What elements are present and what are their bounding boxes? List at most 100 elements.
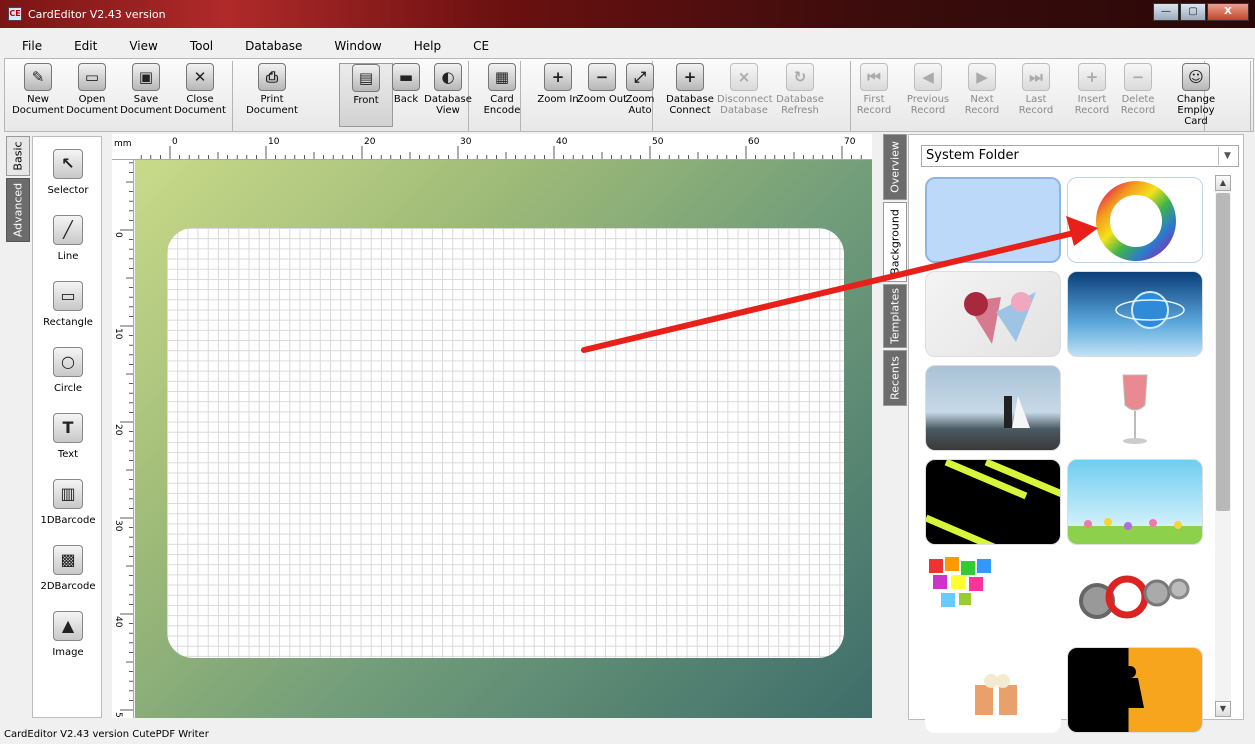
database-refresh-button[interactable]: ↻ Database Refresh (773, 63, 827, 127)
tool-2dbarcode[interactable]: ▩ 2DBarcode (33, 545, 103, 592)
database-connect-button[interactable]: + Database Connect (663, 63, 717, 127)
barcode-1d-icon: ▥ (53, 479, 83, 509)
menu-tool[interactable]: Tool (190, 39, 213, 53)
tool-selector[interactable]: ↖ Selector (33, 149, 103, 196)
toolbar-button-label: Close Document (174, 94, 226, 116)
thumb-gift-box[interactable] (925, 647, 1061, 733)
database-view-button[interactable]: ◐ Database View (421, 63, 475, 127)
card-encode-icon: ▦ (488, 63, 516, 91)
thumb-black-yellow-stripes[interactable] (925, 459, 1061, 545)
delete-record-button[interactable]: − Delete Record (1111, 63, 1165, 127)
thumb-colorful-squares[interactable] (925, 553, 1061, 639)
open-document-icon: ▭ (78, 63, 106, 91)
open-document-button[interactable]: ▭ Open Document (65, 63, 119, 127)
thumb-blank-light-blue[interactable] (925, 177, 1061, 263)
toolbar-button-label: Database View (424, 94, 472, 116)
scroll-up-icon[interactable]: ▲ (1215, 175, 1231, 191)
design-canvas[interactable] (135, 160, 872, 718)
ruler-top-scale: mm01020304050607080 (114, 137, 862, 159)
tool-label: Circle (53, 383, 83, 394)
print-document-button[interactable]: ⎙ Print Document (245, 63, 299, 127)
menu-ce[interactable]: CE (473, 39, 489, 53)
tool-text[interactable]: T Text (33, 413, 103, 460)
menu-bar: File Edit View Tool Database Window Help CE (0, 34, 1255, 58)
new-document-button[interactable]: ✎ New Document (11, 63, 65, 127)
previous-record-button[interactable]: ◀ Previous Record (901, 63, 955, 127)
status-bar: CardEditor V2.43 version CutePDF Writer (4, 729, 209, 740)
thumb-flower-meadow[interactable] (1067, 459, 1203, 545)
menu-window[interactable]: Window (334, 39, 381, 53)
tool-rectangle[interactable]: ▭ Rectangle (33, 281, 103, 328)
tool-image[interactable]: ▲ Image (33, 611, 103, 658)
tool-label: Selector (47, 185, 89, 196)
menu-database[interactable]: Database (245, 39, 302, 53)
chevron-down-icon[interactable]: ▼ (1218, 147, 1236, 165)
database-view-icon: ◐ (434, 63, 462, 91)
last-record-button[interactable]: ⏭ Last Record (1009, 63, 1063, 127)
tab-basic[interactable]: Basic (6, 136, 30, 176)
next-record-button[interactable]: ▶ Next Record (955, 63, 1009, 127)
first-record-button[interactable]: ⏮ First Record (847, 63, 901, 127)
text-icon: T (53, 413, 83, 443)
delete-record-icon: − (1124, 63, 1152, 91)
thumb-orange-silhouette[interactable] (1067, 647, 1203, 733)
menu-help[interactable]: Help (414, 39, 441, 53)
thumb-blue-globe[interactable] (1067, 271, 1203, 357)
gallery-scrollbar[interactable]: ▲ ▼ (1215, 175, 1231, 717)
tab-advanced-label: Advanced (11, 182, 25, 238)
tool-label: Line (57, 251, 79, 262)
window-title: CardEditor V2.43 version (28, 7, 166, 21)
scroll-thumb[interactable] (1216, 193, 1230, 511)
zoom-auto-button[interactable]: ⤢ Zoom Auto (613, 63, 667, 127)
thumb-gears[interactable] (1067, 553, 1203, 639)
tab-templates-label: Templates (888, 288, 902, 344)
card-grid[interactable] (167, 228, 844, 658)
maximize-button[interactable]: ▢ (1180, 3, 1206, 21)
thumb-color-wheel[interactable] (1067, 177, 1203, 263)
menu-edit[interactable]: Edit (74, 39, 97, 53)
tool-label: Rectangle (43, 317, 93, 328)
thumb-flower-bouquets[interactable] (925, 271, 1061, 357)
tab-overview-label: Overview (888, 141, 902, 193)
thumb-wine-glass[interactable] (1067, 365, 1203, 451)
save-document-button[interactable]: ▣ Save Document (119, 63, 173, 127)
tab-advanced[interactable]: Advanced (6, 178, 30, 242)
zoom-in-icon: + (544, 63, 572, 91)
folder-select-value: System Folder (926, 148, 1019, 163)
next-record-icon: ▶ (968, 63, 996, 91)
selector-icon: ↖ (53, 149, 83, 179)
previous-record-icon: ◀ (914, 63, 942, 91)
tab-templates[interactable]: Templates (883, 284, 907, 348)
card-encode-button[interactable]: ▦ Card Encode (475, 63, 529, 127)
tab-background[interactable]: Background (883, 202, 907, 282)
insert-record-icon: + (1078, 63, 1106, 91)
menu-view[interactable]: View (129, 39, 157, 53)
background-gallery: System Folder ▼ ▲ ▼ (908, 134, 1244, 733)
toolbar-button-label: Database Refresh (776, 94, 824, 116)
toolbar-button-label: Disconnect Database (717, 94, 773, 116)
ruler-top-label: 60 (748, 137, 760, 147)
scroll-down-icon[interactable]: ▼ (1215, 701, 1231, 717)
minimize-button[interactable]: — (1153, 3, 1179, 21)
front-card-icon: ▤ (352, 64, 380, 92)
ruler-left-scale: 0 10 20 30 40 50 (113, 162, 133, 718)
tab-recents[interactable]: Recents (883, 350, 907, 406)
folder-select[interactable]: System Folder ▼ (921, 145, 1239, 167)
close-document-button[interactable]: ✕ Close Document (173, 63, 227, 127)
zoom-auto-icon: ⤢ (626, 63, 654, 91)
app-icon: CE (8, 7, 22, 21)
wedding-couple-image (1004, 396, 1030, 428)
colorful-squares-image (929, 557, 991, 607)
tool-circle[interactable]: ○ Circle (33, 347, 103, 394)
tab-overview[interactable]: Overview (883, 134, 907, 200)
barcode-2d-icon: ▩ (53, 545, 83, 575)
tool-1dbarcode[interactable]: ▥ 1DBarcode (33, 479, 103, 526)
close-window-button[interactable]: X (1207, 3, 1249, 21)
tools-panel: ↖ Selector ╱ Line ▭ Rectangle ○ Circle T Text ▥ 1DB… (32, 136, 102, 718)
change-employ-card-button[interactable]: ☺ Change Employ Card (1169, 63, 1223, 127)
tool-line[interactable]: ╱ Line (33, 215, 103, 262)
thumb-wedding-couple[interactable] (925, 365, 1061, 451)
save-document-icon: ▣ (132, 63, 160, 91)
menu-file[interactable]: File (22, 39, 42, 53)
disconnect-database-button[interactable]: × Disconnect Database (717, 63, 773, 127)
